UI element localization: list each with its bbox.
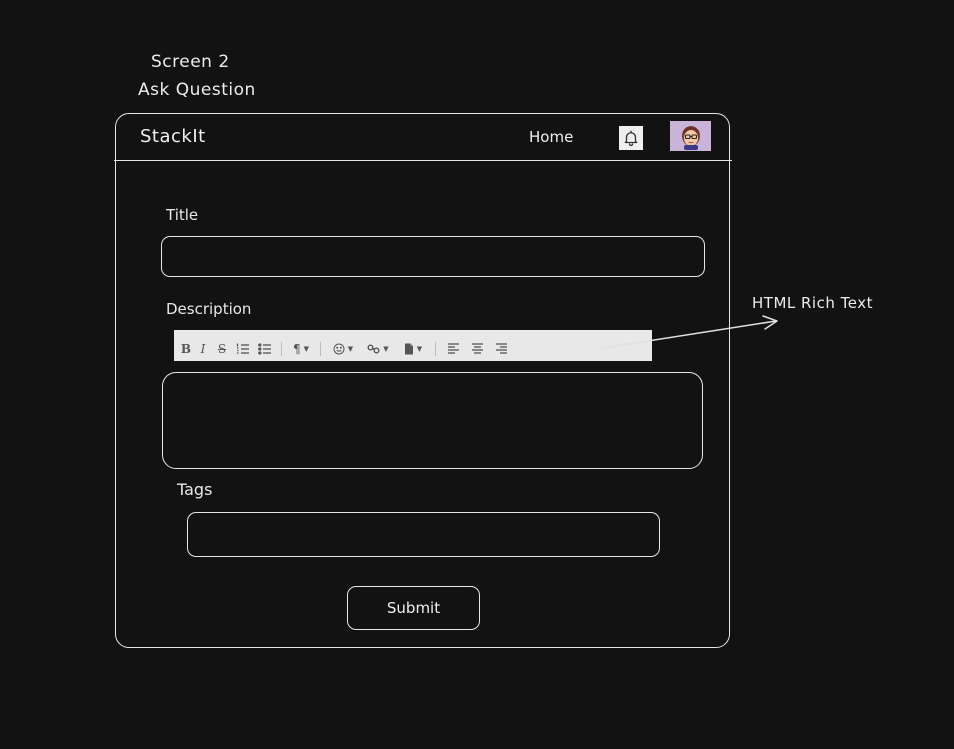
- title-input[interactable]: [161, 236, 705, 277]
- tags-label: Tags: [177, 480, 213, 499]
- brand-logo[interactable]: StackIt: [140, 126, 206, 147]
- emoji-icon: [333, 343, 345, 354]
- chevron-down-icon: ▼: [303, 344, 310, 353]
- ordered-list-button[interactable]: [232, 339, 254, 359]
- paragraph-icon: ¶: [292, 341, 301, 356]
- annotation-label: HTML Rich Text: [752, 294, 873, 312]
- emoji-button[interactable]: ▼: [326, 339, 360, 359]
- toolbar-divider: [320, 341, 321, 356]
- strikethrough-button[interactable]: S: [212, 339, 232, 359]
- chevron-down-icon: ▼: [383, 344, 389, 353]
- file-icon: [404, 343, 413, 354]
- align-center-icon: [471, 343, 483, 354]
- paragraph-button[interactable]: ¶ ▼: [287, 339, 315, 359]
- notification-button[interactable]: [619, 126, 643, 150]
- toolbar-divider: [435, 341, 436, 356]
- submit-button[interactable]: Submit: [347, 586, 480, 630]
- bold-button[interactable]: B: [178, 339, 194, 359]
- nav-home-link[interactable]: Home: [529, 128, 573, 146]
- title-label: Title: [166, 206, 199, 224]
- description-label: Description: [166, 300, 252, 318]
- ordered-list-icon: [236, 343, 249, 354]
- align-left-button[interactable]: [441, 339, 465, 359]
- link-button[interactable]: ▼: [360, 339, 396, 359]
- unordered-list-button[interactable]: [254, 339, 276, 359]
- bell-icon: [624, 130, 638, 147]
- unordered-list-icon: [258, 342, 271, 355]
- user-avatar-icon: [681, 126, 700, 150]
- navbar-divider: [114, 160, 732, 161]
- align-right-icon: [495, 343, 507, 354]
- tags-input[interactable]: [187, 512, 660, 557]
- chevron-down-icon: ▼: [347, 344, 354, 353]
- italic-button[interactable]: I: [194, 339, 212, 359]
- screen-subtitle: Ask Question: [138, 80, 256, 100]
- screen-label: Screen 2: [151, 52, 230, 72]
- avatar[interactable]: [670, 121, 711, 151]
- chevron-down-icon: ▼: [416, 344, 423, 353]
- align-center-button[interactable]: [465, 339, 489, 359]
- description-editor[interactable]: [162, 372, 703, 469]
- file-button[interactable]: ▼: [396, 339, 430, 359]
- align-right-button[interactable]: [489, 339, 513, 359]
- toolbar-divider: [281, 341, 282, 356]
- align-left-icon: [447, 343, 459, 354]
- link-icon: [367, 344, 380, 353]
- rich-text-toolbar: B I S ¶ ▼ ▼ ▼ ▼: [174, 330, 652, 361]
